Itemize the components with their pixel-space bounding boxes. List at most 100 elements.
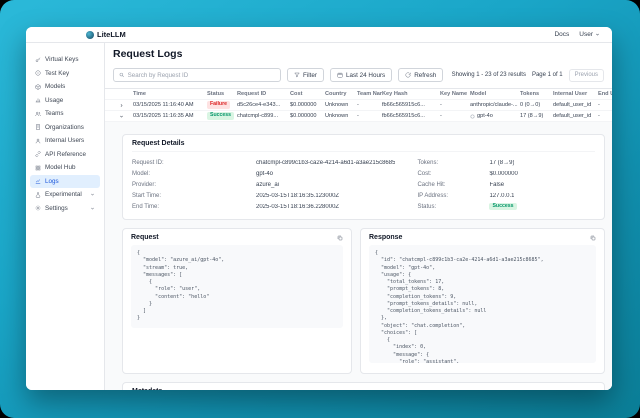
building-icon — [35, 124, 41, 130]
window-body: Virtual Keys Test Key Models Usage Teams — [26, 43, 612, 390]
cell-request-id: chatcmpl-c899... — [237, 113, 290, 119]
litellm-app-window: LiteLLM Docs User Virtual Keys Test K — [26, 27, 612, 390]
cell-tokens: 17 (8→9) — [520, 113, 553, 119]
col-country: Country — [325, 91, 357, 97]
col-key-hash: Key Hash — [382, 91, 440, 97]
docs-link[interactable]: Docs — [554, 31, 569, 38]
col-end-user: End User — [598, 91, 612, 97]
grid-icon — [35, 165, 41, 171]
field-label: Tokens: — [417, 160, 489, 166]
field-label: Cache Hit: — [417, 182, 489, 188]
litellm-logo: LiteLLM — [86, 30, 126, 39]
time-range-label: Last 24 Hours — [346, 72, 385, 79]
user-menu[interactable]: User — [579, 31, 600, 38]
time-range-button[interactable]: Last 24 Hours — [330, 68, 392, 82]
cell-key-hash: fb66c565915c6... — [382, 102, 440, 108]
sidebar-item-teams[interactable]: Teams — [30, 107, 100, 121]
chevron-down-icon — [90, 192, 95, 197]
logs-toolbar: Filter Last 24 Hours Refresh Showing 1 -… — [113, 68, 604, 82]
filter-button-label: Filter — [303, 72, 317, 79]
sidebar-item-model-hub[interactable]: Model Hub — [30, 161, 100, 175]
line-chart-icon — [35, 178, 41, 184]
tokens-value: 17 (8→9) — [489, 160, 514, 166]
cell-team-name: - — [357, 113, 382, 119]
previous-page-button[interactable]: Previous — [569, 69, 604, 82]
top-navbar: LiteLLM Docs User — [26, 27, 612, 43]
col-cost: Cost — [290, 91, 325, 97]
sidebar-item-models[interactable]: Models — [30, 80, 100, 94]
request-details-title: Request Details — [132, 140, 595, 152]
sidebar-item-logs[interactable]: Logs — [30, 175, 100, 189]
logo-text: LiteLLM — [97, 30, 126, 39]
pagination: Showing 1 - 23 of 23 results Page 1 of 1… — [452, 69, 604, 82]
cell-team-name: - — [357, 102, 382, 108]
sidebar-item-organizations[interactable]: Organizations — [30, 121, 100, 135]
refresh-button-label: Refresh — [414, 72, 436, 79]
gear-icon — [35, 205, 41, 211]
sidebar-item-api-reference[interactable]: API Reference — [30, 148, 100, 162]
chevron-down-icon — [595, 32, 600, 37]
chevron-down-icon — [90, 206, 95, 211]
cell-internal-user: default_user_id — [553, 102, 598, 108]
ip-address-value: 127.0.0.1 — [489, 193, 514, 199]
request-logs-table: Time Status Request ID Cost Country Team… — [105, 88, 612, 121]
sidebar-item-virtual-keys[interactable]: Virtual Keys — [30, 53, 100, 67]
refresh-button[interactable]: Refresh — [398, 68, 443, 82]
desktop-background: LiteLLM Docs User Virtual Keys Test K — [0, 0, 640, 418]
sidebar-item-usage[interactable]: Usage — [30, 94, 100, 108]
sidebar-item-label: API Reference — [45, 151, 86, 158]
cell-key-hash: fb66c565915c6... — [382, 113, 440, 119]
details-right-column: Tokens:17 (8→9) Cost:$0.000000 Cache Hit… — [417, 157, 595, 212]
litellm-logo-icon — [86, 31, 94, 39]
field-label: Provider: — [132, 182, 256, 188]
col-team-name: Team Name — [357, 91, 382, 97]
search-input[interactable] — [128, 72, 275, 79]
funnel-icon — [294, 72, 300, 78]
target-icon — [35, 70, 41, 76]
sidebar-item-internal-users[interactable]: Internal Users — [30, 134, 100, 148]
details-left-column: Request ID:chatcmpl-c899c1b3-ca2e-4214-a… — [132, 157, 395, 212]
chevron-down-icon[interactable] — [119, 114, 124, 119]
sidebar-item-label: Logs — [45, 178, 59, 185]
end-time-value: 2025-03-15T18:16:36.228000Z — [256, 204, 339, 210]
filter-button[interactable]: Filter — [287, 68, 324, 82]
sidebar-item-label: Experimental — [45, 191, 82, 198]
sidebar-item-settings[interactable]: Settings — [30, 202, 100, 216]
copy-response-button[interactable] — [590, 235, 596, 241]
sidebar-item-experimental[interactable]: Experimental — [30, 188, 100, 202]
response-panel: Response { "id": "chatcmpl-c899c1b3-ca2e… — [360, 228, 605, 374]
cell-end-user: - — [598, 102, 612, 108]
search-box — [113, 68, 281, 82]
provider-value: azure_ai — [256, 182, 279, 188]
field-label: Model: — [132, 171, 256, 177]
sidebar-item-label: Model Hub — [45, 164, 75, 171]
cell-tokens: 0 (0→0) — [520, 102, 553, 108]
model-provider-icon — [470, 114, 475, 119]
response-json-code: { "id": "chatcmpl-c899c1b3-ca2e-4214-a6d… — [369, 245, 596, 363]
cell-end-user: - — [598, 113, 612, 119]
sidebar-item-label: Organizations — [45, 124, 84, 131]
table-row-expanded[interactable]: 03/15/2025 11:16:35 AM Success chatcmpl-… — [105, 110, 612, 121]
request-json-code: { "model": "azure_ai/gpt-4o", "stream": … — [131, 245, 343, 328]
cube-icon — [35, 84, 41, 90]
sidebar-item-test-key[interactable]: Test Key — [30, 67, 100, 81]
col-key-name: Key Name — [440, 91, 470, 97]
copy-request-button[interactable] — [337, 235, 343, 241]
model-value: gpt-4o — [256, 171, 273, 177]
field-label: IP Address: — [417, 193, 489, 199]
cache-hit-value: False — [489, 182, 504, 188]
start-time-value: 2025-03-15T18:16:35.123000Z — [256, 193, 339, 199]
col-time: Time — [133, 91, 207, 97]
sidebar-item-label: Virtual Keys — [45, 56, 78, 63]
cell-country: Unknown — [325, 113, 357, 119]
page-indicator: Page 1 of 1 — [532, 72, 563, 78]
chevron-right-icon[interactable] — [119, 103, 124, 108]
table-row[interactable]: 03/15/2025 11:16:40 AM Failure d5c26ce4-… — [105, 99, 612, 110]
request-id-value: chatcmpl-c899c1b3-ca2e-4214-a6d1-a3ae215… — [256, 160, 395, 166]
request-panel-title: Request — [131, 234, 159, 241]
cell-cost: $0.000000 — [290, 102, 325, 108]
key-icon — [35, 57, 41, 63]
col-tokens: Tokens — [520, 91, 553, 97]
user-icon — [35, 138, 41, 144]
sidebar-item-label: Usage — [45, 97, 63, 104]
